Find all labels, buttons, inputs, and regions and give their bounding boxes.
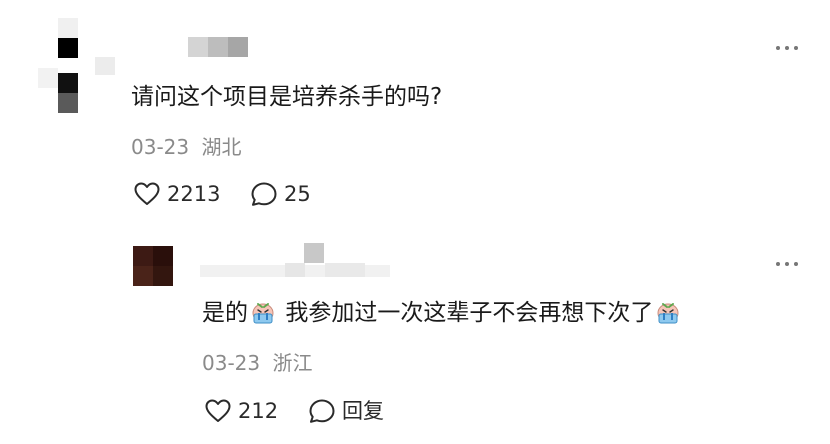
reply-text-part2: 我参加过一次这辈子不会再想下次了	[285, 300, 654, 326]
comment-date: 03-23	[131, 135, 190, 159]
reply-text: 是的 我参加过一次这辈子不会再想下次了	[202, 298, 683, 328]
reply-location: 浙江	[272, 351, 313, 375]
replier-username[interactable]	[200, 243, 390, 279]
reply-meta: 03-23 浙江	[202, 350, 312, 376]
crying-face-emoji-icon	[252, 303, 274, 324]
commenter-username[interactable]	[188, 37, 248, 57]
reply-date: 03-23	[202, 351, 261, 375]
reply-like-count: 212	[238, 399, 279, 423]
more-horizontal-icon	[776, 262, 780, 266]
more-options-button[interactable]	[776, 46, 798, 50]
comment-meta: 03-23 湖北	[131, 134, 241, 160]
heart-icon	[134, 182, 160, 205]
comment-thread: 请问这个项目是培养杀手的吗? 03-23 湖北 2213 25 是的 我参加过一…	[0, 0, 830, 444]
comment-bubble-icon	[251, 182, 277, 206]
more-horizontal-icon	[776, 46, 780, 50]
reply-text-part1: 是的	[202, 300, 248, 326]
comment-bubble-icon	[309, 399, 335, 423]
crying-face-emoji-icon	[657, 303, 679, 324]
reply-like-button[interactable]: 212	[204, 398, 278, 424]
comment-text: 请问这个项目是培养杀手的吗?	[131, 84, 443, 110]
reply-count: 25	[284, 182, 311, 206]
commenter-avatar[interactable]	[38, 18, 78, 118]
decorative-mosaic	[95, 57, 115, 75]
reply-button-label: 回复	[342, 399, 384, 423]
reply-count-button[interactable]: 25	[250, 181, 311, 207]
reply-more-options-button[interactable]	[776, 262, 798, 266]
reply-button[interactable]: 回复	[308, 398, 384, 424]
heart-icon	[205, 399, 231, 422]
comment-location: 湖北	[201, 135, 242, 159]
replier-avatar[interactable]	[133, 246, 173, 286]
like-button[interactable]: 2213	[133, 181, 220, 207]
like-count: 2213	[167, 182, 221, 206]
